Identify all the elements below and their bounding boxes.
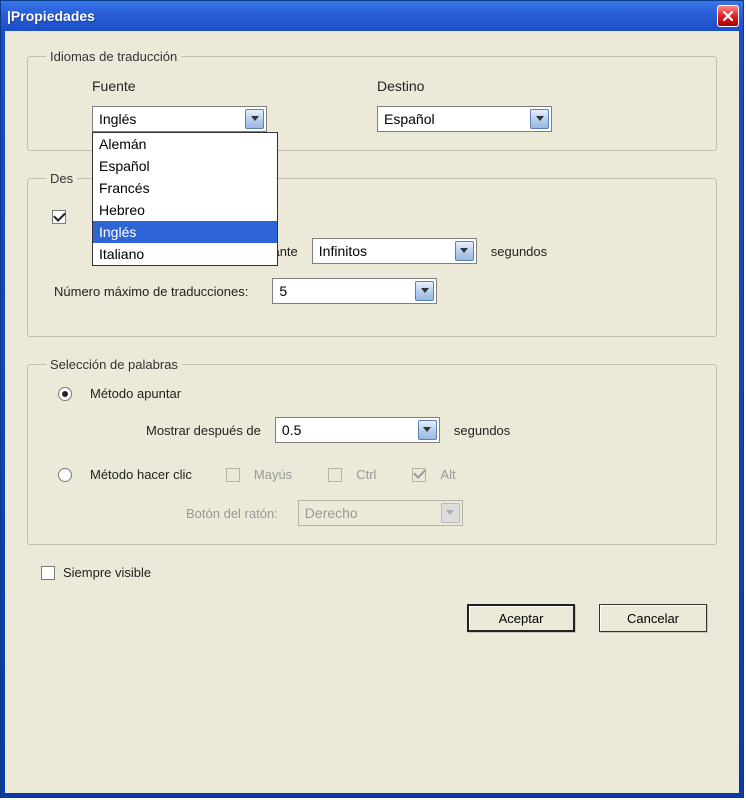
ok-button-label: Aceptar <box>499 611 544 626</box>
source-language-dropdown[interactable]: AlemánEspañolFrancésHebreoInglésItaliano <box>92 132 278 266</box>
dest-label: Destino <box>377 78 552 94</box>
always-visible-label: Siempre visible <box>63 565 151 580</box>
method-point-label: Método apuntar <box>90 386 181 401</box>
close-icon <box>722 10 734 22</box>
alt-checkbox <box>412 468 426 482</box>
shift-checkbox <box>226 468 240 482</box>
source-language-combo[interactable]: Inglés <box>92 106 267 132</box>
show-after-combo[interactable]: 0.5 <box>275 417 440 443</box>
always-visible-checkbox[interactable] <box>41 566 55 580</box>
mouse-button-label: Botón del ratón: <box>186 506 278 521</box>
shift-label: Mayús <box>254 467 292 482</box>
chevron-down-icon <box>441 503 460 523</box>
source-language-option[interactable]: Francés <box>93 177 277 199</box>
cancel-button-label: Cancelar <box>627 611 679 626</box>
window-title: |Propiedades <box>7 8 95 24</box>
method-click-label: Método hacer clic <box>90 467 192 482</box>
max-translations-combo[interactable]: 5 <box>272 278 437 304</box>
group-word-selection: Selección de palabras Método apuntar Mos… <box>27 357 717 545</box>
method-point-radio[interactable] <box>58 387 72 401</box>
dialog-window: |Propiedades Idiomas de traducción Fuent… <box>0 0 744 798</box>
show-for-combo[interactable]: Infinitos <box>312 238 477 264</box>
dest-language-value: Español <box>384 111 435 127</box>
ctrl-label: Ctrl <box>356 467 376 482</box>
source-language-value: Inglés <box>99 111 136 127</box>
seconds-label-2: segundos <box>454 423 510 438</box>
source-language-option[interactable]: Alemán <box>93 133 277 155</box>
source-language-option[interactable]: Italiano <box>93 243 277 265</box>
cancel-button[interactable]: Cancelar <box>599 604 707 632</box>
close-button[interactable] <box>717 5 739 27</box>
chevron-down-icon <box>418 420 437 440</box>
ctrl-checkbox <box>328 468 342 482</box>
group-languages: Idiomas de traducción Fuente Inglés Alem… <box>27 49 717 151</box>
group-display-legend: Des <box>46 171 77 186</box>
titlebar[interactable]: |Propiedades <box>1 1 743 31</box>
mouse-button-combo: Derecho <box>298 500 463 526</box>
chevron-down-icon <box>530 109 549 129</box>
group-languages-legend: Idiomas de traducción <box>46 49 181 64</box>
mouse-button-value: Derecho <box>305 505 358 521</box>
group-word-selection-legend: Selección de palabras <box>46 357 182 372</box>
source-label: Fuente <box>92 78 267 94</box>
chevron-down-icon <box>245 109 264 129</box>
show-after-value: 0.5 <box>282 422 301 438</box>
chevron-down-icon <box>455 241 474 261</box>
alt-label: Alt <box>440 467 455 482</box>
max-translations-value: 5 <box>279 283 287 299</box>
show-after-label: Mostrar después de <box>146 423 261 438</box>
source-language-option[interactable]: Inglés <box>93 221 277 243</box>
max-translations-label: Número máximo de traducciones: <box>54 284 248 299</box>
ok-button[interactable]: Aceptar <box>467 604 575 632</box>
dest-language-combo[interactable]: Español <box>377 106 552 132</box>
client-area: Idiomas de traducción Fuente Inglés Alem… <box>5 31 739 793</box>
method-click-radio[interactable] <box>58 468 72 482</box>
show-for-value: Infinitos <box>319 243 367 259</box>
seconds-label-1: segundos <box>491 244 547 259</box>
source-language-option[interactable]: Español <box>93 155 277 177</box>
source-language-option[interactable]: Hebreo <box>93 199 277 221</box>
chevron-down-icon <box>415 281 434 301</box>
display-enable-checkbox[interactable] <box>52 210 66 224</box>
